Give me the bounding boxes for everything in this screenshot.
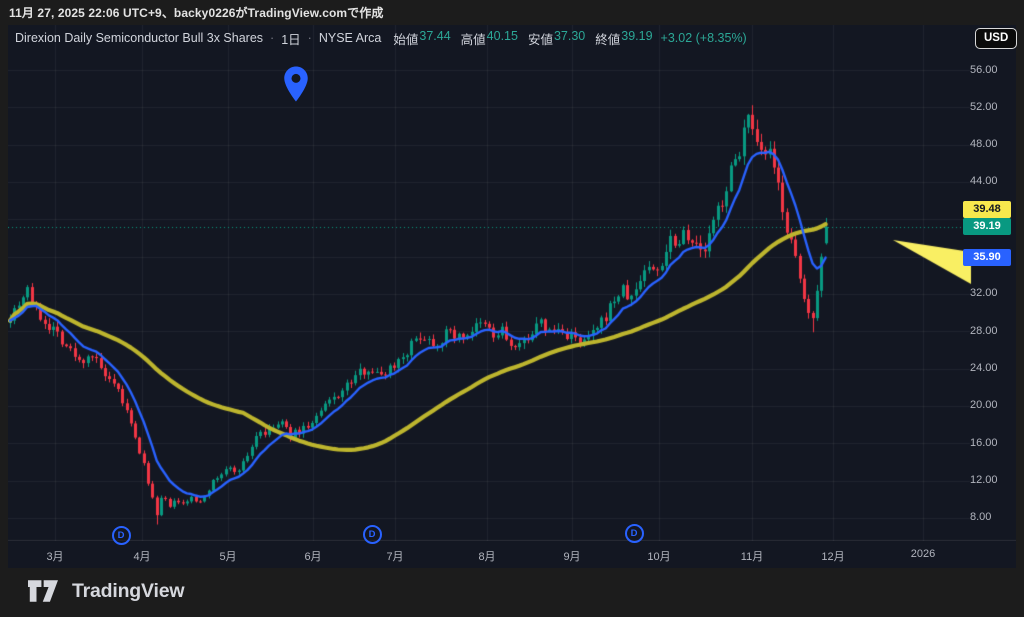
time-axis-label: 12月 (809, 548, 857, 564)
price-axis-label: 52.00 (970, 100, 1020, 115)
time-axis-label: 2026 (899, 548, 947, 560)
ohlc-values: 始値37.44 高値40.15 安値37.30 終値39.19 (393, 29, 652, 48)
symbol-title[interactable]: Direxion Daily Semiconductor Bull 3x Sha… (15, 31, 263, 45)
price-axis-label: 20.00 (970, 398, 1020, 413)
chart-legend[interactable]: Direxion Daily Semiconductor Bull 3x Sha… (15, 29, 747, 47)
price-axis-label: 16.00 (970, 436, 1020, 451)
time-axis-label: 5月 (204, 548, 252, 564)
last-price-badge: 39.19 (963, 218, 1011, 235)
price-axis-label: 8.00 (970, 510, 1020, 525)
dividend-marker[interactable]: D (112, 526, 131, 545)
attribution-bar: 11月 27, 2025 22:06 UTC+9、backy0226がTradi… (0, 0, 1024, 25)
price-axis-label: 24.00 (970, 361, 1020, 376)
dividend-marker[interactable]: D (625, 524, 644, 543)
map-pin-icon[interactable] (281, 65, 311, 103)
price-axis-label: 48.00 (970, 137, 1020, 152)
time-axis[interactable]: 3月 4月 5月 6月 7月 8月 9月 10月 11月 12月 2026 (8, 541, 958, 568)
tradingview-logo-text: TradingView (72, 580, 184, 603)
time-axis-label: 6月 (289, 548, 337, 564)
ohlc-item: 始値37.44 (393, 29, 450, 48)
ema-value-badge: 35.90 (963, 249, 1011, 266)
attribution-text: 11月 27, 2025 22:06 UTC+9、backy0226がTradi… (9, 4, 383, 21)
ohlc-value: 40.15 (487, 29, 518, 48)
time-axis-label: 10月 (635, 548, 683, 564)
chart-widget: Direxion Daily Semiconductor Bull 3x Sha… (8, 25, 1016, 568)
ohlc-value: 37.44 (419, 29, 450, 48)
tradingview-snapshot: 11月 27, 2025 22:06 UTC+9、backy0226がTradi… (0, 0, 1024, 617)
dividend-marker[interactable]: D (363, 525, 382, 544)
candlestick-chart-canvas[interactable] (8, 25, 1016, 541)
interval-label[interactable]: 1日 (281, 29, 300, 48)
time-axis-label: 4月 (118, 548, 166, 564)
ohlc-item: 高値40.15 (461, 29, 518, 48)
time-axis-label: 9月 (548, 548, 596, 564)
ohlc-value: 39.19 (621, 29, 652, 48)
exchange-label: NYSE Arca (319, 31, 382, 45)
change-value: +3.02 (+8.35%) (661, 31, 747, 45)
currency-toggle-button[interactable]: USD (975, 28, 1017, 49)
ohlc-label: 終値 (595, 29, 620, 48)
legend-separator: · (269, 31, 275, 45)
sma-value-badge: 39.48 (963, 201, 1011, 218)
ohlc-label: 始値 (393, 29, 418, 48)
price-axis-label: 56.00 (970, 63, 1020, 78)
legend-separator: · (307, 31, 313, 45)
price-axis-label: 12.00 (970, 473, 1020, 488)
ohlc-label: 高値 (461, 29, 486, 48)
tradingview-logo-icon (28, 578, 62, 604)
time-axis-label: 8月 (463, 548, 511, 564)
ohlc-label: 安値 (528, 29, 553, 48)
price-axis-label: 44.00 (970, 174, 1020, 189)
ohlc-item: 終値39.19 (595, 29, 652, 48)
time-axis-label: 11月 (728, 548, 776, 564)
time-axis-label: 7月 (371, 548, 419, 564)
ohlc-item: 安値37.30 (528, 29, 585, 48)
ohlc-value: 37.30 (554, 29, 585, 48)
price-axis-label: 32.00 (970, 286, 1020, 301)
tradingview-logo[interactable]: TradingView (28, 578, 184, 604)
price-axis-label: 28.00 (970, 324, 1020, 339)
time-axis-label: 3月 (31, 548, 79, 564)
